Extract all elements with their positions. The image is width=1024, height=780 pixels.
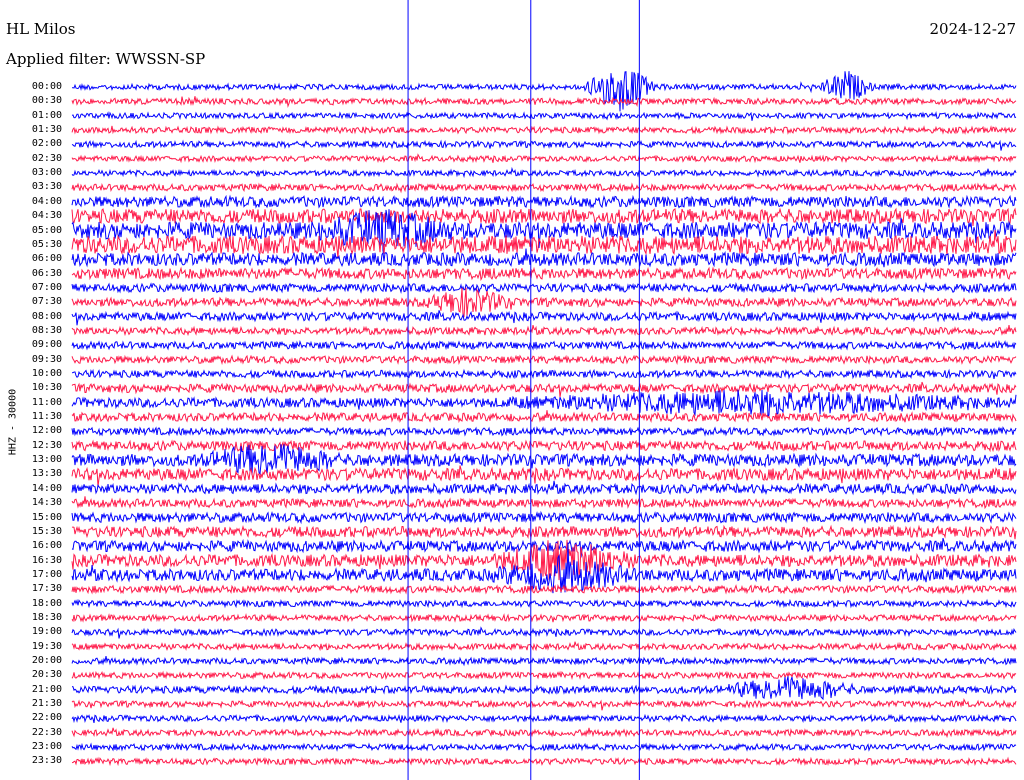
trace-line (71, 613, 1017, 623)
trace-line (71, 656, 1017, 667)
trace-line (71, 139, 1017, 151)
trace-line (71, 439, 1017, 453)
trace-line (71, 465, 1017, 487)
trace-line (71, 207, 1017, 227)
trace-line (71, 626, 1017, 639)
trace-line (71, 287, 1017, 318)
trace-line (71, 389, 1017, 418)
trace-line (71, 166, 1017, 179)
trace-line (71, 96, 1017, 108)
trace-line (71, 339, 1017, 351)
trace-line (71, 125, 1017, 135)
trace-line (71, 598, 1017, 609)
trace-line (71, 444, 1017, 476)
helicorder-page: HL Milos Applied filter: WWSSN-SP 2024-1… (0, 0, 1024, 780)
trace-line (71, 425, 1017, 437)
trace-line (71, 111, 1017, 121)
trace-line (71, 742, 1017, 752)
trace-line (71, 281, 1017, 294)
trace-line (71, 583, 1017, 595)
trace-line (71, 310, 1017, 326)
trace-line (71, 756, 1017, 767)
trace-line (71, 510, 1017, 525)
trace-line (71, 676, 1017, 701)
trace-line (71, 153, 1017, 164)
trace-line (71, 698, 1017, 711)
trace-line (71, 727, 1017, 739)
trace-line (71, 368, 1017, 380)
trace-line (71, 496, 1017, 510)
trace-line (71, 71, 1017, 112)
trace-line (71, 713, 1017, 724)
seismogram-plot (71, 0, 1017, 780)
trace-line (71, 641, 1017, 652)
trace-line (71, 524, 1017, 540)
trace-line (71, 194, 1017, 209)
trace-line (71, 410, 1017, 424)
trace-line (71, 670, 1017, 681)
trace-line (71, 354, 1017, 366)
trace-line (71, 381, 1017, 398)
trace-line (71, 182, 1017, 194)
trace-line (71, 480, 1017, 496)
trace-line (71, 324, 1017, 337)
trace-line (71, 266, 1017, 282)
